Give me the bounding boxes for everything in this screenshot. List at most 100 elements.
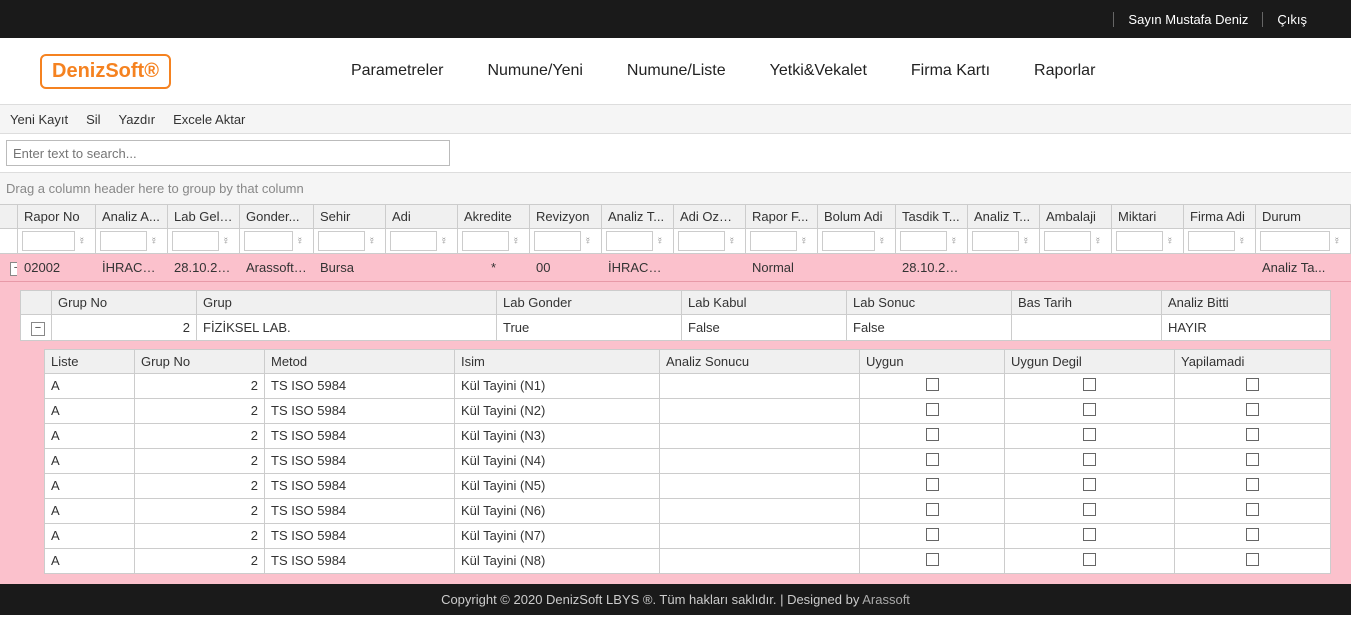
col-analiz-t[interactable]: Analiz T...: [602, 205, 674, 228]
checkbox-uygun[interactable]: [926, 403, 939, 416]
checkbox-uygun-degil[interactable]: [1083, 453, 1096, 466]
filter-adi-ozell[interactable]: [678, 231, 725, 251]
checkbox-uygun-degil[interactable]: [1083, 553, 1096, 566]
toolbar-delete[interactable]: Sil: [86, 112, 100, 127]
checkbox-uygun[interactable]: [926, 378, 939, 391]
filter-icon[interactable]: ☿: [947, 236, 961, 247]
nav-yetki-vekalet[interactable]: Yetki&Vekalet: [770, 62, 867, 80]
checkbox-uygun-degil[interactable]: [1083, 428, 1096, 441]
checkbox-uygun[interactable]: [926, 478, 939, 491]
filter-icon[interactable]: ☿: [509, 236, 523, 247]
filter-akredite[interactable]: [462, 231, 509, 251]
filter-analiz-a[interactable]: [100, 231, 147, 251]
filter-lab-geli[interactable]: [172, 231, 219, 251]
col-adi-ozell[interactable]: Adi Ozell...: [674, 205, 746, 228]
checkbox-yapilamadi[interactable]: [1246, 528, 1259, 541]
filter-icon[interactable]: ☿: [365, 236, 379, 247]
group-panel[interactable]: Drag a column header here to group by th…: [0, 173, 1351, 205]
filter-icon[interactable]: ☿: [75, 236, 89, 247]
col-rapor-no[interactable]: Rapor No: [18, 205, 96, 228]
filter-revizyon[interactable]: [534, 231, 581, 251]
filter-miktari[interactable]: [1116, 231, 1163, 251]
inner-col-grup-no[interactable]: Grup No: [135, 349, 265, 373]
checkbox-yapilamadi[interactable]: [1246, 403, 1259, 416]
filter-icon[interactable]: ☿: [875, 236, 889, 247]
col-ambalaji[interactable]: Ambalaji: [1040, 205, 1112, 228]
sub-col-lab-sonuc[interactable]: Lab Sonuc: [847, 291, 1012, 315]
col-lab-geli[interactable]: Lab Geli...: [168, 205, 240, 228]
filter-adi[interactable]: [390, 231, 437, 251]
filter-icon[interactable]: ☿: [725, 236, 739, 247]
checkbox-uygun-degil[interactable]: [1083, 528, 1096, 541]
col-analiz-a[interactable]: Analiz A...: [96, 205, 168, 228]
collapse-icon[interactable]: −: [31, 322, 45, 336]
filter-icon[interactable]: ☿: [437, 236, 451, 247]
nav-parametreler[interactable]: Parametreler: [351, 62, 443, 80]
checkbox-yapilamadi[interactable]: [1246, 553, 1259, 566]
checkbox-yapilamadi[interactable]: [1246, 453, 1259, 466]
filter-gonder[interactable]: [244, 231, 293, 251]
col-sehir[interactable]: Sehir: [314, 205, 386, 228]
footer-link[interactable]: Arassoft: [862, 592, 910, 607]
grid-row[interactable]: − 02002 İHRACAT... 28.10.20... Arassoft …: [0, 254, 1351, 282]
filter-icon[interactable]: ☿: [1091, 236, 1105, 247]
filter-tasdik-t[interactable]: [900, 231, 947, 251]
nav-raporlar[interactable]: Raporlar: [1034, 62, 1095, 80]
col-revizyon[interactable]: Revizyon: [530, 205, 602, 228]
checkbox-yapilamadi[interactable]: [1246, 378, 1259, 391]
toolbar-print[interactable]: Yazdır: [119, 112, 156, 127]
inner-col-liste[interactable]: Liste: [45, 349, 135, 373]
sub-row[interactable]: − 2 FİZİKSEL LAB. True False False HAYIR: [21, 315, 1331, 341]
inner-row[interactable]: A2TS ISO 5984Kül Tayini (N5): [45, 473, 1331, 498]
checkbox-uygun[interactable]: [926, 503, 939, 516]
filter-rapor-no[interactable]: [22, 231, 75, 251]
checkbox-yapilamadi[interactable]: [1246, 428, 1259, 441]
checkbox-yapilamadi[interactable]: [1246, 503, 1259, 516]
checkbox-yapilamadi[interactable]: [1246, 478, 1259, 491]
checkbox-uygun-degil[interactable]: [1083, 503, 1096, 516]
filter-icon[interactable]: ☿: [219, 236, 233, 247]
sub-col-bas-tarih[interactable]: Bas Tarih: [1012, 291, 1162, 315]
filter-bolum-adi[interactable]: [822, 231, 875, 251]
checkbox-uygun-degil[interactable]: [1083, 378, 1096, 391]
filter-icon[interactable]: ☿: [1019, 236, 1033, 247]
col-gonder[interactable]: Gonder...: [240, 205, 314, 228]
inner-col-uygun-degil[interactable]: Uygun Degil: [1005, 349, 1175, 373]
brand-logo[interactable]: DenizSoft®: [40, 54, 171, 89]
sub-col-analiz-bitti[interactable]: Analiz Bitti: [1162, 291, 1331, 315]
col-rapor-f[interactable]: Rapor F...: [746, 205, 818, 228]
checkbox-uygun-degil[interactable]: [1083, 478, 1096, 491]
filter-firma-adi[interactable]: [1188, 231, 1235, 251]
topbar-user[interactable]: Sayın Mustafa Deniz: [1113, 12, 1262, 27]
filter-durum[interactable]: [1260, 231, 1330, 251]
filter-rapor-f[interactable]: [750, 231, 797, 251]
search-input[interactable]: [6, 140, 450, 166]
inner-col-sonuc[interactable]: Analiz Sonucu: [660, 349, 860, 373]
toolbar-new[interactable]: Yeni Kayıt: [10, 112, 68, 127]
inner-row[interactable]: A2TS ISO 5984Kül Tayini (N6): [45, 498, 1331, 523]
col-akredite[interactable]: Akredite: [458, 205, 530, 228]
nav-numune-yeni[interactable]: Numune/Yeni: [487, 62, 582, 80]
filter-icon[interactable]: ☿: [1330, 236, 1344, 247]
col-analiz-t2[interactable]: Analiz T...: [968, 205, 1040, 228]
inner-row[interactable]: A2TS ISO 5984Kül Tayini (N4): [45, 448, 1331, 473]
topbar-logout[interactable]: Çıkış: [1262, 12, 1321, 27]
inner-col-uygun[interactable]: Uygun: [860, 349, 1005, 373]
checkbox-uygun-degil[interactable]: [1083, 403, 1096, 416]
filter-icon[interactable]: ☿: [653, 236, 667, 247]
col-adi[interactable]: Adi: [386, 205, 458, 228]
col-durum[interactable]: Durum: [1256, 205, 1351, 228]
inner-col-metod[interactable]: Metod: [265, 349, 455, 373]
filter-icon[interactable]: ☿: [147, 236, 161, 247]
filter-icon[interactable]: ☿: [1163, 236, 1177, 247]
filter-ambalaji[interactable]: [1044, 231, 1091, 251]
filter-icon[interactable]: ☿: [581, 236, 595, 247]
filter-icon[interactable]: ☿: [293, 236, 307, 247]
col-firma-adi[interactable]: Firma Adi: [1184, 205, 1256, 228]
col-bolum-adi[interactable]: Bolum Adi: [818, 205, 896, 228]
inner-row[interactable]: A2TS ISO 5984Kül Tayini (N3): [45, 423, 1331, 448]
inner-col-isim[interactable]: Isim: [455, 349, 660, 373]
nav-firma-karti[interactable]: Firma Kartı: [911, 62, 990, 80]
inner-col-yapilamadi[interactable]: Yapilamadi: [1175, 349, 1331, 373]
inner-row[interactable]: A2TS ISO 5984Kül Tayini (N8): [45, 548, 1331, 573]
